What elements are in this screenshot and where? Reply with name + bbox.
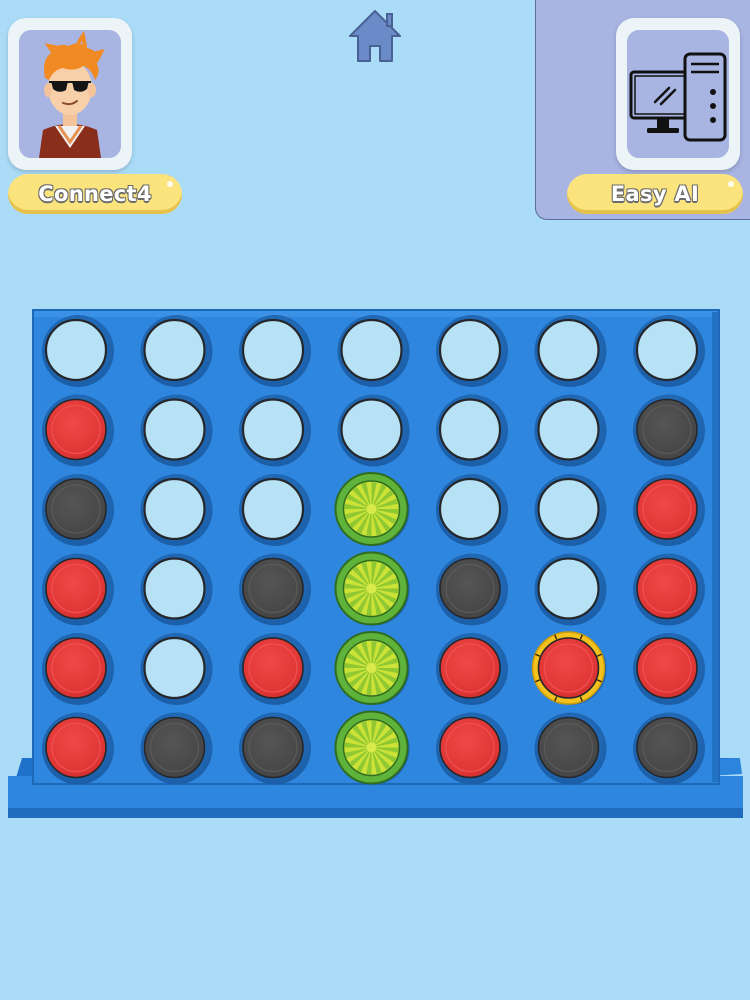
empty-slot (241, 318, 305, 382)
board-cell-r5-c2[interactable] (140, 633, 213, 705)
black-disc (143, 716, 206, 779)
red-disc (45, 637, 107, 699)
board-cell-r2-c4[interactable] (337, 394, 410, 467)
board-cell-r1-c1[interactable] (42, 315, 114, 387)
board-cell-r2-c7[interactable] (633, 394, 705, 467)
board-cell-r1-c2[interactable] (140, 315, 213, 387)
sunburst-center (366, 742, 377, 753)
board-cell-r6-c2[interactable] (140, 712, 213, 785)
red-disc (636, 637, 698, 699)
home-icon (349, 10, 401, 62)
empty-slot (241, 398, 305, 461)
sunburst-center (366, 504, 377, 514)
board-cell-r4-c6[interactable] (534, 553, 607, 626)
black-disc (242, 716, 304, 779)
red-disc (537, 637, 600, 699)
board-cell-r6-c4[interactable] (334, 710, 410, 785)
home-button[interactable] (345, 6, 405, 66)
player-avatar-card (8, 18, 132, 170)
ai-avatar-card (616, 18, 740, 170)
black-disc (45, 478, 107, 540)
board-cell-r3-c2[interactable] (140, 474, 213, 546)
board-cell-r4-c3[interactable] (239, 553, 311, 626)
board-cell-r1-c7[interactable] (633, 315, 705, 387)
empty-slot (438, 477, 502, 541)
ai-name-label: Easy AI (567, 174, 743, 214)
red-disc (439, 637, 501, 699)
board-cell-r6-c5[interactable] (436, 712, 508, 785)
red-disc (439, 716, 501, 779)
empty-slot (438, 398, 502, 461)
empty-slot (143, 318, 206, 382)
board-cell-r3-c6[interactable] (534, 474, 607, 546)
red-disc (636, 557, 698, 620)
sunburst-center (366, 583, 377, 594)
board-cell-r5-c3[interactable] (239, 633, 311, 705)
boy-with-sunglasses-avatar (39, 30, 105, 158)
black-disc (636, 398, 698, 461)
empty-slot (143, 557, 206, 620)
black-disc (439, 557, 501, 620)
game-board (8, 309, 743, 818)
empty-slot (537, 398, 600, 461)
red-disc (45, 716, 107, 779)
empty-slot (241, 477, 305, 541)
sunburst-center (366, 663, 377, 673)
red-disc (242, 637, 304, 699)
board-cell-r2-c1[interactable] (42, 394, 114, 467)
board-cell-r4-c1[interactable] (42, 553, 114, 626)
board-cell-r5-c5[interactable] (436, 633, 508, 705)
board-cell-r5-c7[interactable] (633, 633, 705, 705)
red-disc (636, 478, 698, 540)
desktop-computer-icon (629, 52, 727, 142)
black-disc (537, 716, 600, 779)
board-cell-r2-c6[interactable] (534, 394, 607, 467)
board-cell-r6-c7[interactable] (633, 712, 705, 785)
empty-slot (438, 318, 502, 382)
empty-slot (340, 398, 403, 461)
empty-slot (537, 477, 600, 541)
board-cell-r2-c5[interactable] (436, 394, 508, 467)
board-cell-r3-c1[interactable] (42, 474, 114, 546)
black-disc (636, 716, 698, 779)
board-cell-r1-c3[interactable] (239, 315, 311, 387)
board-cell-r3-c7[interactable] (633, 474, 705, 546)
empty-slot (44, 318, 108, 382)
board-cell-r1-c6[interactable] (534, 315, 607, 387)
empty-slot (143, 636, 206, 700)
board-cell-r3-c4[interactable] (334, 472, 410, 546)
empty-slot (635, 318, 699, 382)
board-cell-r3-c3[interactable] (239, 474, 311, 546)
empty-slot (340, 318, 403, 382)
board-cell-r5-c4[interactable] (334, 631, 410, 705)
black-disc (242, 557, 304, 620)
board-cell-r5-c1[interactable] (42, 633, 114, 705)
board-cell-r2-c2[interactable] (140, 394, 213, 467)
board-cell-r3-c5[interactable] (436, 474, 508, 546)
red-disc (45, 398, 107, 461)
red-disc (45, 557, 107, 620)
board-cell-r6-c6[interactable] (534, 712, 607, 785)
board-cell-r4-c2[interactable] (140, 553, 213, 626)
empty-slot (537, 318, 600, 382)
empty-slot (143, 398, 206, 461)
board-cell-r1-c4[interactable] (337, 315, 410, 387)
board-cell-r6-c1[interactable] (42, 712, 114, 785)
board-cell-r4-c7[interactable] (633, 553, 705, 626)
board-cell-r2-c3[interactable] (239, 394, 311, 467)
board-cell-r4-c4[interactable] (334, 551, 410, 626)
board-cell-r4-c5[interactable] (436, 553, 508, 626)
empty-slot (537, 557, 600, 620)
player-name-label: Connect4 (8, 174, 182, 214)
board-cell-r1-c5[interactable] (436, 315, 508, 387)
board-cell-r6-c3[interactable] (239, 712, 311, 785)
empty-slot (143, 477, 206, 541)
